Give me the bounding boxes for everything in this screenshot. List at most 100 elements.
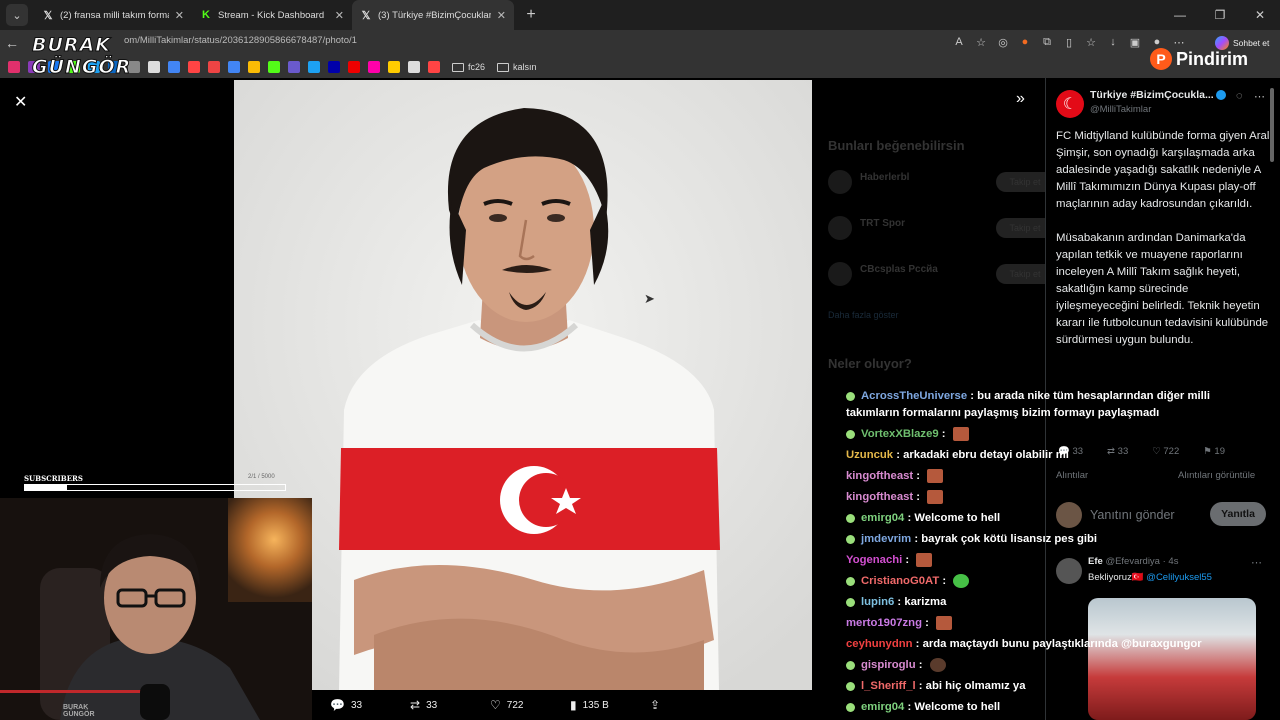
chat-emote-icon [929,658,946,673]
reply-count: 33 [350,699,363,711]
bookmark-icon[interactable] [328,61,340,73]
like-button[interactable]: ♡ 722 [490,698,570,712]
retweet-button[interactable]: ⇄ 33 [410,698,490,712]
stream-accent-stripe [0,690,160,693]
bookmark-icon[interactable] [228,61,240,73]
chat-emote-icon [952,427,969,442]
chat-separator: : [912,638,923,650]
bookmark-icon[interactable] [428,61,440,73]
avatar [828,216,852,240]
suggestion-name: CBcsplas Рссйа [860,264,938,275]
chat-username[interactable]: CristianoG0AT [861,575,939,587]
turkish-flag-avatar-icon[interactable]: ☾ [1056,90,1084,118]
chat-username[interactable]: Yogenachi [846,554,902,566]
chat-username[interactable]: kingoftheast [846,470,913,482]
back-arrow-icon[interactable]: ← [0,35,24,51]
bookmark-icon[interactable] [388,61,400,73]
pindirim-logo: P Pindirim [1150,48,1248,70]
bookmark-icon[interactable] [308,61,320,73]
follow-button[interactable]: Takip et [996,264,1045,284]
views-icon: ▮ [570,698,577,712]
tweet-author-name[interactable]: Türkiye #BizimÇocukla... [1090,89,1226,101]
chat-username[interactable]: Uzuncuk [846,449,893,461]
chat-username[interactable]: AcrossTheUniverse [861,390,967,402]
tweet-author-handle[interactable]: @MilliTakimlar [1090,104,1151,115]
follow-button[interactable]: Takip et [996,218,1045,238]
bookmark-icon[interactable] [368,61,380,73]
chat-username[interactable]: VortexXBlaze9 [861,428,939,440]
close-viewer-icon[interactable]: ✕ [14,92,27,112]
bookmark-icon[interactable] [168,61,180,73]
window-close-icon[interactable]: ✕ [1240,0,1280,30]
url-field[interactable]: om/MilliTakimlar/status/2036128905866678… [124,35,357,46]
subscribers-count: 2/1 / 5000 [248,474,275,480]
pindirim-p-icon: P [1150,48,1172,70]
chat-username[interactable]: gispiroglu [861,659,916,671]
chat-message: jmdevrim : bayrak çok kötü lisansız pes … [846,529,1266,550]
bookmark-icon[interactable] [288,61,300,73]
bookmark-icon[interactable] [268,61,280,73]
close-tab-icon[interactable]: ✕ [335,9,344,22]
chat-username[interactable]: jmdevrim [861,533,911,545]
chat-badge-icon [846,534,855,544]
chat-message: ceyhunydnn : arda maçtaydı bunu paylaştı… [846,634,1266,655]
downloads-icon[interactable]: ↓ [1106,34,1120,50]
bookmark-folder-kalsin[interactable]: kalsın [497,62,537,72]
bookmark-folder-fc26[interactable]: fc26 [452,62,485,72]
collections-icon[interactable]: ▣ [1128,34,1142,50]
split-screen-icon[interactable]: ▯ [1062,34,1076,50]
chat-username[interactable]: ceyhunydnn [846,638,913,650]
grok-icon[interactable]: ◌ [1236,90,1243,102]
brand-line: BURAK [63,704,89,711]
close-tab-icon[interactable]: ✕ [175,9,184,22]
chat-text: Welcome to hell [914,701,1001,713]
chat-message: kingoftheast : [846,487,1266,508]
follow-button[interactable]: Takip et [996,172,1045,192]
suggestion-row[interactable]: Haberlerbl Takip et [828,170,1045,196]
suggestion-row[interactable]: TRT Spor Takip et [828,216,1045,242]
bookmark-icon[interactable] [348,61,360,73]
bookmark-icon[interactable] [248,61,260,73]
chat-message: AcrossTheUniverse : bu arada nike tüm he… [846,388,1266,422]
favorite-star-icon[interactable]: ☆ [974,34,988,50]
chat-username[interactable]: kingoftheast [846,491,913,503]
kick-logo-icon: K [202,9,210,21]
tab-list-chevron-icon[interactable]: ⌄ [6,4,28,26]
show-more-link[interactable]: Daha fazla göster [828,310,899,320]
browser-tab-1[interactable]: 𝕏 (2) fransa milli takım forma - Aram ✕ [34,0,192,30]
share-button[interactable]: ⇪ [650,698,730,712]
read-aloud-icon[interactable]: A [952,34,966,50]
chat-text: karizma [904,596,947,608]
bookmark-icon[interactable] [188,61,200,73]
collapse-panel-icon[interactable]: » [1016,90,1025,108]
minimize-icon[interactable]: — [1160,0,1200,30]
bookmark-icon[interactable] [148,61,160,73]
extension-icon[interactable]: ◎ [996,34,1010,50]
chat-username[interactable]: l_Sheriff_l [861,680,916,692]
new-tab-button[interactable]: + [518,6,544,24]
chat-separator: : [921,617,933,629]
tweet-photo[interactable] [234,80,812,690]
chat-username[interactable]: merto1907zng [846,617,922,629]
bookmark-icon[interactable] [208,61,220,73]
chat-badge-icon [846,513,855,523]
reply-button[interactable]: 💬 33 [330,698,410,712]
extension-icon[interactable]: ● [1018,34,1032,50]
browser-tab-2[interactable]: K Stream - Kick Dashboard ✕ [192,0,352,30]
close-tab-icon[interactable]: ✕ [497,9,506,22]
tab-title: Stream - Kick Dashboard [218,9,325,21]
restore-icon[interactable]: ❐ [1200,0,1240,30]
more-options-icon[interactable]: ⋯ [1254,90,1265,103]
chat-username[interactable]: emirg04 [861,512,904,524]
views-button[interactable]: ▮ 135 B [570,698,650,712]
chat-username[interactable]: emirg04 [861,701,904,713]
bookmark-icon[interactable] [8,61,20,73]
suggestion-row[interactable]: CBcsplas Рссйа Takip et [828,262,1045,288]
extensions-puzzle-icon[interactable]: ⧉ [1040,34,1054,50]
bookmark-icon[interactable] [408,61,420,73]
favorites-icon[interactable]: ☆ [1084,34,1098,50]
chat-separator: : [904,512,915,524]
chat-username[interactable]: lupin6 [861,596,894,608]
scrollbar[interactable] [1270,88,1274,162]
browser-tab-3-active[interactable]: 𝕏 (3) Türkiye #BizimÇocuklar 🇹🇷 (@M ✕ [352,0,514,30]
